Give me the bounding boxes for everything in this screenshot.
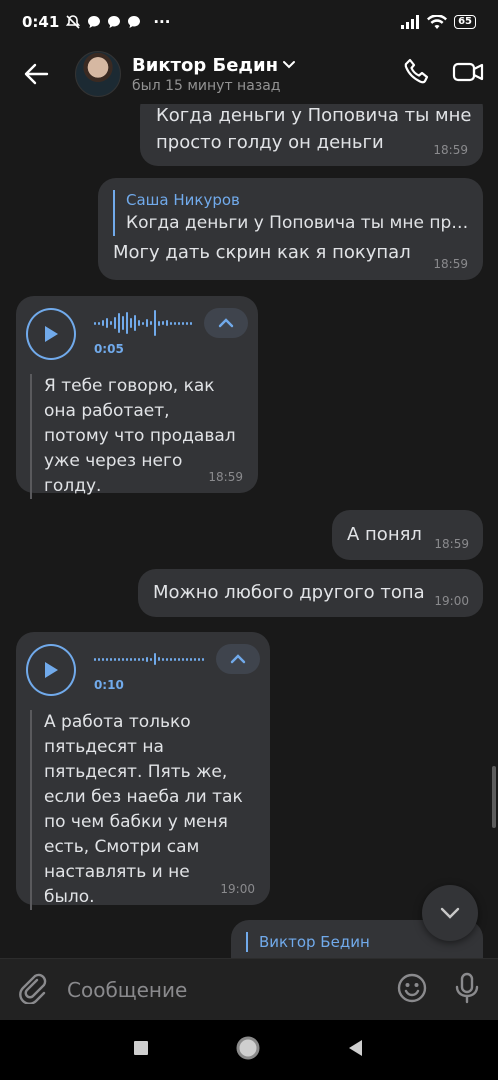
message-time: 19:00 bbox=[220, 882, 255, 896]
contact-info[interactable]: Виктор Бедин был 15 минут назад bbox=[132, 55, 296, 94]
message-text: Когда деньги у Поповича ты мне просто го… bbox=[156, 105, 472, 153]
waveform[interactable] bbox=[93, 644, 204, 674]
voice-transcript: А работа только пятьдесят на пятьдесят. … bbox=[30, 710, 244, 910]
scroll-down-button[interactable] bbox=[422, 885, 478, 941]
outgoing-message[interactable]: А понял 18:59 bbox=[332, 510, 483, 560]
chat-notification-icon bbox=[128, 16, 141, 28]
outgoing-message[interactable]: Когда деньги у Поповича ты мне просто го… bbox=[140, 104, 483, 166]
chat-notification-icon bbox=[88, 16, 101, 28]
waveform[interactable] bbox=[93, 308, 192, 338]
voice-record-button[interactable] bbox=[454, 972, 480, 1008]
message-time: 18:59 bbox=[433, 143, 468, 157]
mute-bell-icon bbox=[66, 15, 81, 29]
circle-icon bbox=[236, 1036, 260, 1060]
voice-duration: 0:10 bbox=[93, 678, 124, 692]
play-icon bbox=[44, 662, 58, 678]
video-call-button[interactable] bbox=[452, 57, 484, 91]
more-notifications: ··· bbox=[153, 13, 171, 31]
battery-icon: 65 bbox=[454, 15, 476, 29]
attach-button[interactable] bbox=[18, 972, 48, 1008]
back-button[interactable] bbox=[0, 44, 72, 104]
reply-text: Когда деньги у Поповича ты мне про... bbox=[126, 213, 469, 233]
transcript-toggle-button[interactable] bbox=[215, 644, 260, 674]
message-time: 18:59 bbox=[208, 470, 243, 484]
arrow-left-icon bbox=[24, 63, 49, 85]
call-button[interactable] bbox=[402, 57, 432, 91]
chat-header: Виктор Бедин был 15 минут назад bbox=[0, 44, 498, 104]
incoming-voice-message[interactable]: 0:05 Я тебе говорю, как она работает, по… bbox=[16, 296, 258, 499]
chevron-down-icon bbox=[283, 61, 296, 69]
message-list[interactable]: Когда деньги у Поповича ты мне просто го… bbox=[0, 104, 498, 958]
message-composer: Сообщение bbox=[0, 958, 498, 1020]
incoming-voice-message[interactable]: 0:10 А работа только пятьдесят на пятьде… bbox=[16, 632, 270, 910]
outgoing-message[interactable]: Саша Никуров Когда деньги у Поповича ты … bbox=[98, 178, 483, 280]
scrollbar[interactable] bbox=[492, 766, 496, 828]
triangle-icon bbox=[349, 1040, 362, 1056]
voice-transcript: Я тебе говорю, как она работает, потому … bbox=[30, 374, 238, 499]
square-icon bbox=[134, 1041, 148, 1055]
home-button[interactable] bbox=[235, 1035, 261, 1065]
signal-icon bbox=[401, 15, 420, 29]
contact-name: Виктор Бедин bbox=[132, 54, 279, 76]
message-time: 18:59 bbox=[433, 257, 468, 271]
avatar[interactable] bbox=[75, 51, 121, 97]
chevron-down-icon bbox=[440, 907, 460, 919]
last-seen-status: был 15 минут назад bbox=[132, 77, 281, 94]
message-text: Можно любого другого топа bbox=[153, 582, 425, 603]
system-navigation-bar bbox=[0, 1020, 498, 1080]
play-icon bbox=[44, 326, 58, 342]
chat-notification-icon bbox=[108, 16, 121, 28]
play-button[interactable] bbox=[26, 644, 76, 696]
reply-author: Саша Никуров bbox=[126, 191, 240, 209]
chevron-up-icon bbox=[230, 654, 246, 664]
paperclip-icon bbox=[19, 973, 47, 1005]
recents-button[interactable] bbox=[133, 1040, 149, 1060]
smile-icon bbox=[397, 973, 427, 1002]
nav-back-button[interactable] bbox=[347, 1039, 365, 1061]
voice-duration: 0:05 bbox=[93, 342, 124, 356]
wifi-icon bbox=[427, 14, 448, 29]
message-time: 18:59 bbox=[434, 537, 469, 551]
emoji-button[interactable] bbox=[396, 972, 428, 1008]
message-text: Могу дать скрин как я покупал bbox=[113, 242, 411, 263]
play-button[interactable] bbox=[26, 308, 76, 360]
phone-icon bbox=[404, 58, 429, 84]
status-bar: 0:41 ··· 65 bbox=[0, 0, 498, 44]
chevron-up-icon bbox=[218, 318, 234, 328]
message-input[interactable]: Сообщение bbox=[67, 978, 396, 1002]
message-time: 19:00 bbox=[434, 594, 469, 608]
outgoing-message[interactable]: Можно любого другого топа 19:00 bbox=[138, 569, 483, 617]
microphone-icon bbox=[455, 972, 479, 1003]
status-time: 0:41 bbox=[22, 13, 60, 31]
video-camera-icon bbox=[452, 62, 484, 82]
reply-quote[interactable]: Саша Никуров Когда деньги у Поповича ты … bbox=[113, 190, 469, 236]
transcript-toggle-button[interactable] bbox=[203, 308, 248, 338]
